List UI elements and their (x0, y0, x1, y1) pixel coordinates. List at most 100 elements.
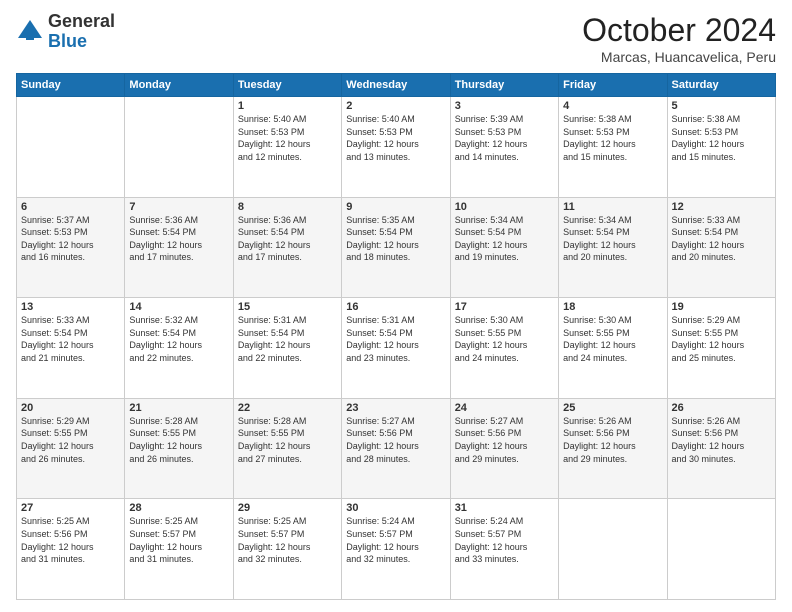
cell-info: Sunrise: 5:32 AM Sunset: 5:54 PM Dayligh… (129, 314, 228, 364)
cell-date: 11 (563, 201, 662, 213)
cell-date: 3 (455, 100, 554, 112)
table-cell: 6Sunrise: 5:37 AM Sunset: 5:53 PM Daylig… (17, 197, 125, 298)
header: General Blue October 2024 Marcas, Huanca… (16, 12, 776, 65)
cell-info: Sunrise: 5:36 AM Sunset: 5:54 PM Dayligh… (238, 214, 337, 264)
table-row: 20Sunrise: 5:29 AM Sunset: 5:55 PM Dayli… (17, 398, 776, 499)
month-title: October 2024 (582, 12, 776, 49)
calendar: Sunday Monday Tuesday Wednesday Thursday… (16, 73, 776, 600)
cell-date: 22 (238, 402, 337, 414)
table-cell: 20Sunrise: 5:29 AM Sunset: 5:55 PM Dayli… (17, 398, 125, 499)
table-cell: 22Sunrise: 5:28 AM Sunset: 5:55 PM Dayli… (233, 398, 341, 499)
table-cell: 10Sunrise: 5:34 AM Sunset: 5:54 PM Dayli… (450, 197, 558, 298)
cell-date: 30 (346, 502, 445, 514)
logo-blue: Blue (48, 31, 87, 51)
cell-date: 16 (346, 301, 445, 313)
logo-icon (16, 18, 44, 46)
cell-info: Sunrise: 5:24 AM Sunset: 5:57 PM Dayligh… (346, 515, 445, 565)
cell-info: Sunrise: 5:40 AM Sunset: 5:53 PM Dayligh… (346, 113, 445, 163)
cell-date: 2 (346, 100, 445, 112)
cell-info: Sunrise: 5:37 AM Sunset: 5:53 PM Dayligh… (21, 214, 120, 264)
cell-info: Sunrise: 5:27 AM Sunset: 5:56 PM Dayligh… (455, 415, 554, 465)
cell-date: 8 (238, 201, 337, 213)
cell-info: Sunrise: 5:35 AM Sunset: 5:54 PM Dayligh… (346, 214, 445, 264)
table-cell: 12Sunrise: 5:33 AM Sunset: 5:54 PM Dayli… (667, 197, 775, 298)
cell-date: 18 (563, 301, 662, 313)
cell-info: Sunrise: 5:26 AM Sunset: 5:56 PM Dayligh… (672, 415, 771, 465)
table-row: 6Sunrise: 5:37 AM Sunset: 5:53 PM Daylig… (17, 197, 776, 298)
col-wednesday: Wednesday (342, 74, 450, 97)
cell-date: 15 (238, 301, 337, 313)
col-thursday: Thursday (450, 74, 558, 97)
cell-info: Sunrise: 5:27 AM Sunset: 5:56 PM Dayligh… (346, 415, 445, 465)
table-cell: 30Sunrise: 5:24 AM Sunset: 5:57 PM Dayli… (342, 499, 450, 600)
table-cell: 27Sunrise: 5:25 AM Sunset: 5:56 PM Dayli… (17, 499, 125, 600)
cell-date: 7 (129, 201, 228, 213)
col-saturday: Saturday (667, 74, 775, 97)
cell-date: 28 (129, 502, 228, 514)
cell-info: Sunrise: 5:30 AM Sunset: 5:55 PM Dayligh… (455, 314, 554, 364)
col-friday: Friday (559, 74, 667, 97)
cell-info: Sunrise: 5:31 AM Sunset: 5:54 PM Dayligh… (346, 314, 445, 364)
cell-info: Sunrise: 5:33 AM Sunset: 5:54 PM Dayligh… (21, 314, 120, 364)
cell-info: Sunrise: 5:26 AM Sunset: 5:56 PM Dayligh… (563, 415, 662, 465)
location-title: Marcas, Huancavelica, Peru (582, 49, 776, 65)
cell-date: 20 (21, 402, 120, 414)
page: General Blue October 2024 Marcas, Huanca… (0, 0, 792, 612)
cell-date: 17 (455, 301, 554, 313)
table-cell: 9Sunrise: 5:35 AM Sunset: 5:54 PM Daylig… (342, 197, 450, 298)
cell-info: Sunrise: 5:29 AM Sunset: 5:55 PM Dayligh… (672, 314, 771, 364)
table-cell (125, 97, 233, 198)
table-cell: 28Sunrise: 5:25 AM Sunset: 5:57 PM Dayli… (125, 499, 233, 600)
cell-date: 23 (346, 402, 445, 414)
cell-date: 25 (563, 402, 662, 414)
logo: General Blue (16, 12, 115, 52)
table-cell (17, 97, 125, 198)
table-cell: 26Sunrise: 5:26 AM Sunset: 5:56 PM Dayli… (667, 398, 775, 499)
cell-date: 13 (21, 301, 120, 313)
cell-info: Sunrise: 5:38 AM Sunset: 5:53 PM Dayligh… (563, 113, 662, 163)
cell-date: 6 (21, 201, 120, 213)
logo-general: General (48, 11, 115, 31)
table-cell: 8Sunrise: 5:36 AM Sunset: 5:54 PM Daylig… (233, 197, 341, 298)
cell-date: 27 (21, 502, 120, 514)
cell-info: Sunrise: 5:40 AM Sunset: 5:53 PM Dayligh… (238, 113, 337, 163)
col-monday: Monday (125, 74, 233, 97)
cell-date: 19 (672, 301, 771, 313)
table-cell: 15Sunrise: 5:31 AM Sunset: 5:54 PM Dayli… (233, 298, 341, 399)
table-cell: 19Sunrise: 5:29 AM Sunset: 5:55 PM Dayli… (667, 298, 775, 399)
cell-info: Sunrise: 5:28 AM Sunset: 5:55 PM Dayligh… (238, 415, 337, 465)
table-cell: 13Sunrise: 5:33 AM Sunset: 5:54 PM Dayli… (17, 298, 125, 399)
cell-date: 5 (672, 100, 771, 112)
col-sunday: Sunday (17, 74, 125, 97)
col-tuesday: Tuesday (233, 74, 341, 97)
table-cell: 31Sunrise: 5:24 AM Sunset: 5:57 PM Dayli… (450, 499, 558, 600)
logo-text: General Blue (48, 12, 115, 52)
cell-info: Sunrise: 5:36 AM Sunset: 5:54 PM Dayligh… (129, 214, 228, 264)
cell-info: Sunrise: 5:25 AM Sunset: 5:57 PM Dayligh… (129, 515, 228, 565)
cell-info: Sunrise: 5:38 AM Sunset: 5:53 PM Dayligh… (672, 113, 771, 163)
header-row: Sunday Monday Tuesday Wednesday Thursday… (17, 74, 776, 97)
table-cell: 16Sunrise: 5:31 AM Sunset: 5:54 PM Dayli… (342, 298, 450, 399)
cell-info: Sunrise: 5:31 AM Sunset: 5:54 PM Dayligh… (238, 314, 337, 364)
cell-info: Sunrise: 5:34 AM Sunset: 5:54 PM Dayligh… (563, 214, 662, 264)
cell-info: Sunrise: 5:25 AM Sunset: 5:57 PM Dayligh… (238, 515, 337, 565)
table-cell: 5Sunrise: 5:38 AM Sunset: 5:53 PM Daylig… (667, 97, 775, 198)
cell-info: Sunrise: 5:25 AM Sunset: 5:56 PM Dayligh… (21, 515, 120, 565)
cell-info: Sunrise: 5:29 AM Sunset: 5:55 PM Dayligh… (21, 415, 120, 465)
table-cell: 1Sunrise: 5:40 AM Sunset: 5:53 PM Daylig… (233, 97, 341, 198)
table-cell: 17Sunrise: 5:30 AM Sunset: 5:55 PM Dayli… (450, 298, 558, 399)
table-cell: 24Sunrise: 5:27 AM Sunset: 5:56 PM Dayli… (450, 398, 558, 499)
table-cell: 4Sunrise: 5:38 AM Sunset: 5:53 PM Daylig… (559, 97, 667, 198)
table-cell: 7Sunrise: 5:36 AM Sunset: 5:54 PM Daylig… (125, 197, 233, 298)
title-block: October 2024 Marcas, Huancavelica, Peru (582, 12, 776, 65)
cell-date: 10 (455, 201, 554, 213)
cell-date: 9 (346, 201, 445, 213)
cell-info: Sunrise: 5:34 AM Sunset: 5:54 PM Dayligh… (455, 214, 554, 264)
cell-date: 21 (129, 402, 228, 414)
table-row: 1Sunrise: 5:40 AM Sunset: 5:53 PM Daylig… (17, 97, 776, 198)
cell-date: 4 (563, 100, 662, 112)
cell-date: 31 (455, 502, 554, 514)
cell-date: 29 (238, 502, 337, 514)
cell-date: 1 (238, 100, 337, 112)
cell-info: Sunrise: 5:24 AM Sunset: 5:57 PM Dayligh… (455, 515, 554, 565)
